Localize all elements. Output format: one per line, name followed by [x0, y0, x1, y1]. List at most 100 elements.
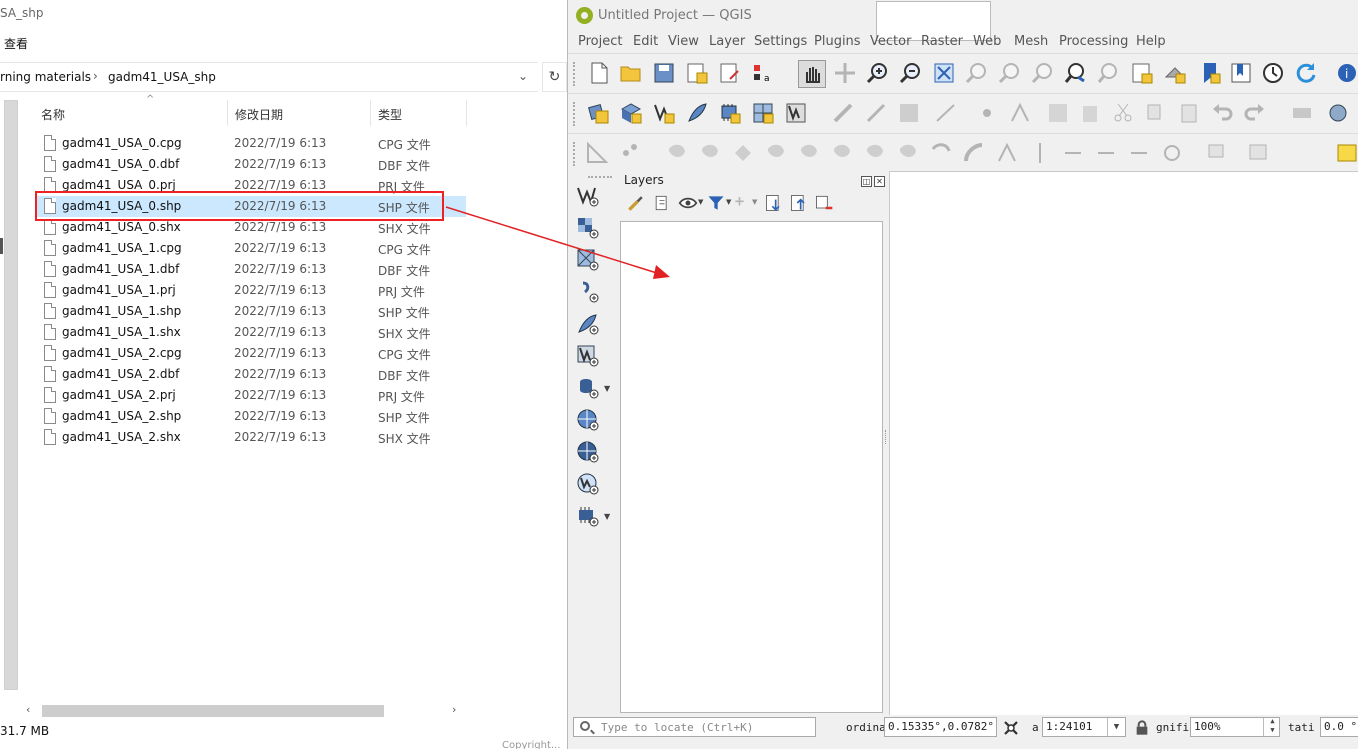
add-virtual-layer-icon[interactable]: [576, 344, 600, 368]
new-bookmark-icon[interactable]: [1198, 61, 1222, 85]
menu-project[interactable]: Project: [578, 34, 622, 49]
horizontal-scrollbar[interactable]: ‹ ›: [20, 703, 467, 719]
reshape-features-icon[interactable]: [929, 141, 953, 165]
delete-ring-icon[interactable]: [863, 141, 887, 165]
open-layer-styling-icon[interactable]: [626, 193, 646, 213]
dropdown-arrow-icon[interactable]: ▼: [604, 512, 610, 521]
remove-layer-icon[interactable]: [814, 193, 834, 213]
delete-selected-icon[interactable]: [1078, 101, 1102, 125]
copy-features-icon[interactable]: [1144, 101, 1168, 125]
scroll-right-icon[interactable]: ›: [452, 703, 456, 716]
breadcrumb-parent[interactable]: rning materials: [0, 70, 91, 84]
zoom-next-icon[interactable]: [1097, 61, 1121, 85]
file-row[interactable]: gadm41_USA_2.prj 2022/7/19 6:13 PRJ 文件: [36, 385, 466, 406]
close-panel-icon[interactable]: ✕: [874, 176, 885, 187]
file-row[interactable]: gadm41_USA_2.shp 2022/7/19 6:13 SHP 文件: [36, 406, 466, 427]
file-row[interactable]: gadm41_USA_0.prj 2022/7/19 6:13 PRJ 文件: [36, 175, 466, 196]
scale-field[interactable]: 1:24101 ▼: [1042, 717, 1126, 737]
menu-raster[interactable]: Raster: [921, 34, 963, 49]
rotate-point-symbols-icon[interactable]: [1160, 141, 1184, 165]
column-divider[interactable]: [227, 100, 228, 126]
rotate-feature-icon[interactable]: [698, 141, 722, 165]
new-spatialite-layer-icon[interactable]: [685, 101, 709, 125]
offset-curve-icon[interactable]: [962, 141, 986, 165]
dropdown-arrow-icon[interactable]: ▼: [604, 384, 610, 393]
trim-extend-icon[interactable]: [995, 141, 1019, 165]
manage-map-themes-icon[interactable]: [678, 193, 698, 213]
zoom-to-selection-icon[interactable]: [965, 61, 989, 85]
save-project-icon[interactable]: [652, 61, 676, 85]
magnifier-spinner-icon[interactable]: ▲ ▼: [1263, 718, 1279, 736]
collapse-all-icon[interactable]: [789, 193, 809, 213]
zoom-last-icon[interactable]: [1064, 61, 1088, 85]
refresh-icon[interactable]: [1294, 61, 1318, 85]
zoom-out-icon[interactable]: [899, 61, 923, 85]
toolbar-grip[interactable]: [573, 102, 577, 126]
menu-edit[interactable]: Edit: [633, 34, 658, 49]
column-divider[interactable]: [466, 100, 467, 126]
menu-processing[interactable]: Processing: [1059, 34, 1128, 49]
scrollbar-thumb[interactable]: [42, 705, 384, 717]
filter-by-expression-icon[interactable]: [732, 193, 752, 213]
add-postgis-layer-icon[interactable]: [576, 376, 600, 400]
layer-tree[interactable]: [620, 221, 883, 713]
new-project-icon[interactable]: [587, 61, 611, 85]
breadcrumb-current[interactable]: gadm41_USA_shp: [108, 70, 216, 84]
add-circular-string-icon[interactable]: [620, 141, 644, 165]
split-features-icon[interactable]: [1028, 141, 1052, 165]
file-row[interactable]: gadm41_USA_1.cpg 2022/7/19 6:13 CPG 文件: [36, 238, 466, 259]
select-features-icon[interactable]: [1205, 141, 1229, 165]
move-feature-icon[interactable]: [665, 141, 689, 165]
new-geopackage-layer-icon[interactable]: [619, 101, 643, 125]
zoom-native-icon[interactable]: [1031, 61, 1055, 85]
lock-scale-icon[interactable]: [1134, 719, 1150, 737]
file-row[interactable]: gadm41_USA_2.dbf 2022/7/19 6:13 DBF 文件: [36, 364, 466, 385]
layer-diagram-icon[interactable]: [1328, 101, 1352, 125]
column-modified-header[interactable]: 修改日期: [235, 106, 283, 123]
add-part-icon[interactable]: [797, 141, 821, 165]
label-toolbar-icon[interactable]: [1290, 101, 1314, 125]
digitize-line-icon[interactable]: [934, 101, 958, 125]
select-by-expression-icon[interactable]: [1334, 141, 1358, 165]
new-print-layout-icon[interactable]: [685, 61, 709, 85]
current-edits-icon[interactable]: [831, 101, 855, 125]
add-gps-layer-icon[interactable]: [576, 504, 600, 528]
magnifier-field[interactable]: 100% ▲ ▼: [1190, 717, 1280, 737]
file-row[interactable]: gadm41_USA_1.shx 2022/7/19 6:13 SHX 文件: [36, 322, 466, 343]
scroll-left-icon[interactable]: ‹: [26, 703, 30, 716]
file-row[interactable]: gadm41_USA_0.dbf 2022/7/19 6:13 DBF 文件: [36, 154, 466, 175]
menu-help[interactable]: Help: [1136, 34, 1166, 49]
merge-features-icon[interactable]: [1094, 141, 1118, 165]
file-row-selected[interactable]: gadm41_USA_0.shp 2022/7/19 6:13 SHP 文件: [36, 196, 466, 217]
cut-features-icon[interactable]: [1111, 101, 1135, 125]
add-wms-layer-icon[interactable]: [576, 408, 600, 432]
toolbar-grip[interactable]: [588, 176, 612, 180]
zoom-full-icon[interactable]: [932, 61, 956, 85]
split-parts-icon[interactable]: [1061, 141, 1085, 165]
new-temporary-layer-icon[interactable]: [718, 101, 742, 125]
dropdown-arrow-icon[interactable]: ▼: [752, 198, 757, 206]
file-row[interactable]: gadm41_USA_0.cpg 2022/7/19 6:13 CPG 文件: [36, 133, 466, 154]
pan-to-selection-icon[interactable]: [833, 61, 857, 85]
fill-ring-icon[interactable]: [830, 141, 854, 165]
save-edits-icon[interactable]: [897, 101, 921, 125]
add-delimited-text-layer-icon[interactable]: [576, 280, 600, 304]
file-row[interactable]: gadm41_USA_1.prj 2022/7/19 6:13 PRJ 文件: [36, 280, 466, 301]
file-row[interactable]: gadm41_USA_0.shx 2022/7/19 6:13 SHX 文件: [36, 217, 466, 238]
filter-legend-icon[interactable]: [706, 193, 726, 213]
style-manager-icon[interactable]: a: [751, 61, 775, 85]
file-row[interactable]: gadm41_USA_1.shp 2022/7/19 6:13 SHP 文件: [36, 301, 466, 322]
paste-features-icon[interactable]: [1177, 101, 1201, 125]
file-row[interactable]: gadm41_USA_2.cpg 2022/7/19 6:13 CPG 文件: [36, 343, 466, 364]
zoom-to-layer-icon[interactable]: [998, 61, 1022, 85]
add-wfs-layer-icon[interactable]: [576, 440, 600, 464]
data-source-manager-icon[interactable]: [587, 101, 611, 125]
menu-settings[interactable]: Settings: [754, 34, 807, 49]
add-spatialite-layer-icon[interactable]: [576, 312, 600, 336]
dropdown-arrow-icon[interactable]: ▼: [698, 198, 703, 206]
temporal-controller-icon[interactable]: [1261, 61, 1285, 85]
add-virtual-layer-icon[interactable]: [784, 101, 808, 125]
new-shapefile-layer-icon[interactable]: [652, 101, 676, 125]
map-canvas[interactable]: [889, 171, 1358, 715]
add-group-icon[interactable]: [652, 193, 672, 213]
